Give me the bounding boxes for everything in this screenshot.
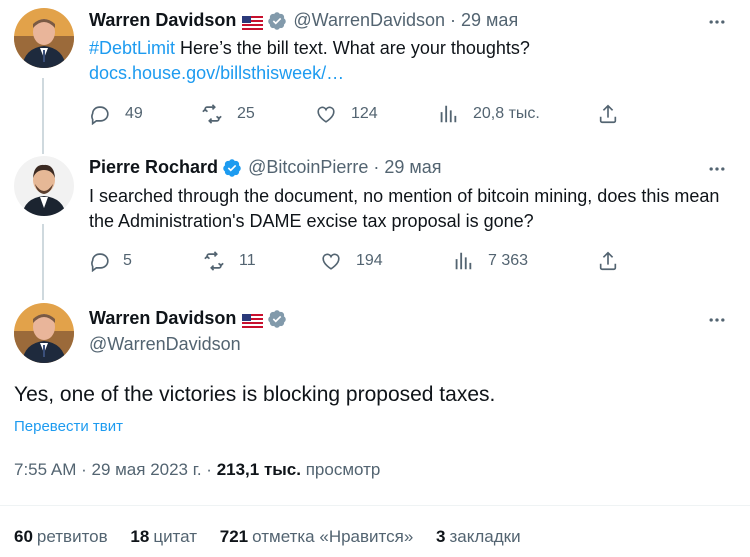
likes-stat[interactable]: 721 отметка «Нравится» — [220, 527, 414, 546]
like-icon — [317, 106, 335, 123]
main-tweet-author-name[interactable]: Warren Davidson — [89, 308, 236, 329]
quotes-stat-label: цитат — [153, 527, 198, 546]
more-icon — [709, 318, 725, 322]
bookmarks-stat[interactable]: 3 закладки — [436, 527, 521, 546]
translate-tweet-link[interactable]: Перевести твит — [14, 418, 123, 435]
separator-dot: · — [450, 10, 457, 30]
verified-badge-icon[interactable] — [267, 309, 287, 329]
main-tweet-author-handle[interactable]: @WarrenDavidson — [89, 334, 241, 355]
retweets-stat-count: 60 — [14, 527, 33, 546]
tweet2-more-button[interactable] — [706, 158, 728, 180]
tweet2-date[interactable]: 29 мая — [384, 157, 441, 178]
like-count: 194 — [356, 252, 383, 269]
thread-line-2 — [42, 224, 44, 300]
views-button[interactable]: 7 363 — [452, 250, 528, 272]
reply-icon — [91, 106, 109, 125]
avatar-pierre-rochard[interactable] — [14, 156, 74, 216]
tweet1-header: Warren Davidson @WarrenDavidson · 29 мая — [89, 10, 518, 31]
share-button[interactable] — [597, 250, 619, 272]
tweet2-text: I searched through the document, no ment… — [89, 186, 720, 231]
avatar-warren-davidson-main[interactable] — [14, 303, 74, 363]
reply-button[interactable]: 49 — [89, 103, 143, 125]
tweet2-author-handle[interactable]: @BitcoinPierre — [248, 157, 368, 178]
retweet-count: 25 — [237, 105, 255, 122]
us-flag-icon — [242, 312, 264, 328]
reply-icon — [91, 253, 109, 272]
verified-badge-icon[interactable] — [267, 11, 287, 31]
tweet1-actions: 49 25 124 20,8 тыс. — [89, 103, 629, 127]
verified-badge-icon[interactable] — [222, 158, 242, 178]
avatar-warren-davidson[interactable] — [14, 8, 74, 68]
like-icon — [322, 253, 340, 270]
main-tweet-more-button[interactable] — [706, 309, 728, 331]
us-flag-icon — [242, 14, 264, 30]
thread-line-1 — [42, 78, 44, 154]
views-icon — [440, 105, 457, 123]
main-tweet-views-label: просмотр — [305, 460, 381, 479]
tweet2-author-name[interactable]: Pierre Rochard — [89, 157, 218, 178]
main-tweet-header: Warren Davidson — [89, 308, 287, 329]
views-count: 20,8 тыс. — [473, 105, 540, 122]
more-icon — [709, 20, 725, 24]
share-icon — [599, 251, 617, 271]
reply-count: 49 — [125, 105, 143, 122]
like-button[interactable]: 124 — [315, 103, 378, 125]
share-icon — [599, 104, 617, 124]
retweet-icon — [202, 104, 222, 124]
likes-stat-count: 721 — [219, 527, 249, 546]
retweet-count: 11 — [239, 252, 256, 269]
quotes-stat[interactable]: 18 цитат — [130, 527, 197, 546]
tweet1-more-button[interactable] — [706, 11, 728, 33]
main-tweet-views-count: 213,1 тыс. — [216, 460, 301, 479]
divider — [0, 505, 750, 506]
share-button[interactable] — [597, 103, 619, 125]
main-tweet-date[interactable]: 29 мая 2023 г. — [91, 460, 201, 479]
views-count: 7 363 — [488, 252, 529, 269]
tweet1-text: #DebtLimit Here’s the bill text. What ar… — [89, 36, 729, 86]
tweet2-header: Pierre Rochard @BitcoinPierre · 29 мая — [89, 157, 442, 178]
main-tweet-stats: 60 ретвитов 18 цитат 721 отметка «Нравится»… — [14, 527, 539, 547]
views-button[interactable]: 20,8 тыс. — [437, 103, 540, 125]
main-tweet-meta: 7:55 AM · 29 мая 2023 г. · 213,1 тыс. пр… — [14, 460, 381, 479]
tweet1-link[interactable]: docs.house.gov/billsthisweek/… — [89, 63, 344, 83]
bookmarks-stat-count: 3 — [436, 527, 446, 546]
reply-count: 5 — [123, 252, 132, 269]
reply-button[interactable]: 5 — [89, 250, 132, 272]
like-button[interactable]: 194 — [320, 250, 383, 272]
retweet-button[interactable]: 25 — [201, 103, 255, 125]
main-tweet-text: Yes, one of the victories is blocking pr… — [14, 383, 496, 406]
bookmarks-stat-label: закладки — [449, 527, 521, 546]
likes-stat-label: отметка «Нравится» — [252, 527, 414, 546]
separator-dot: · — [373, 157, 380, 177]
tweet1-author-handle[interactable]: @WarrenDavidson — [293, 10, 445, 31]
retweets-stat-label: ретвитов — [36, 527, 108, 546]
tweet1-hashtag[interactable]: #DebtLimit — [89, 38, 175, 58]
like-count: 124 — [351, 105, 378, 122]
views-icon — [455, 252, 472, 270]
tweet2-actions: 5 11 194 7 363 — [89, 250, 629, 274]
more-icon — [709, 167, 725, 171]
retweets-stat[interactable]: 60 ретвитов — [14, 527, 108, 546]
tweet1-date[interactable]: 29 мая — [461, 10, 518, 31]
main-tweet-time[interactable]: 7:55 AM — [14, 460, 76, 479]
retweet-icon — [204, 251, 224, 271]
tweet1-author-name[interactable]: Warren Davidson — [89, 10, 236, 31]
retweet-button[interactable]: 11 — [203, 250, 256, 272]
tweet1-body: Here’s the bill text. What are your thou… — [175, 38, 530, 58]
quotes-stat-count: 18 — [130, 527, 150, 546]
